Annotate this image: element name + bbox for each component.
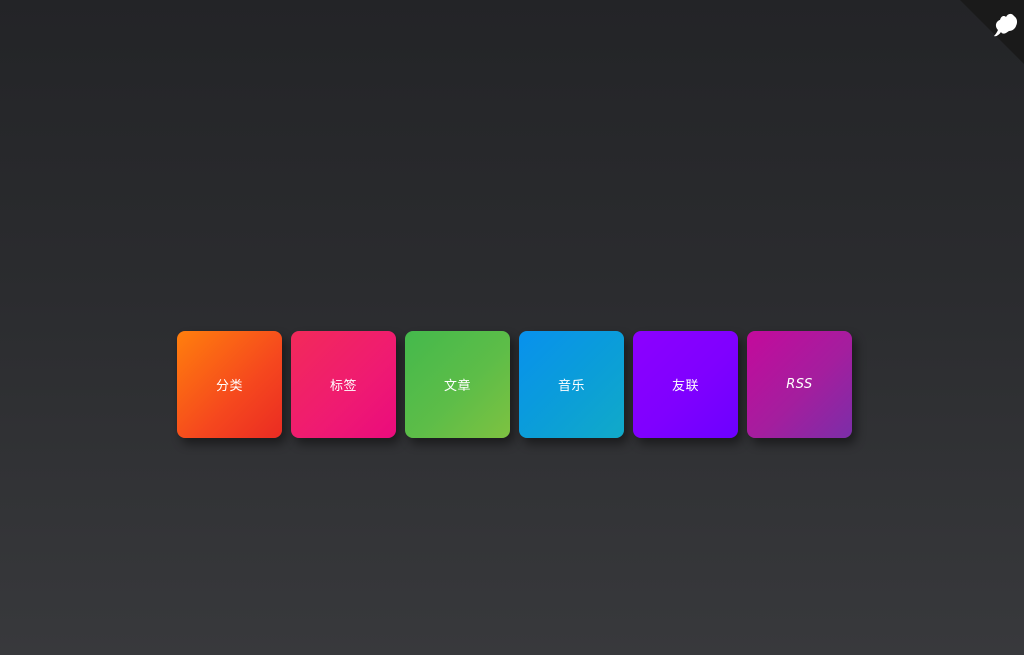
- github-corner-link[interactable]: [960, 0, 1024, 64]
- nav-tiles: 分类 标签 文章 音乐 友联 RSS: [177, 331, 852, 438]
- tile-articles[interactable]: 文章: [405, 331, 510, 438]
- tile-categories[interactable]: 分类: [177, 331, 282, 438]
- tile-rss-label: RSS: [786, 377, 813, 392]
- tile-music[interactable]: 音乐: [519, 331, 624, 438]
- tile-categories-label: 分类: [215, 379, 243, 394]
- tile-rss[interactable]: RSS: [747, 331, 852, 438]
- tile-articles-label: 文章: [443, 379, 471, 394]
- tile-friend-links-label: 友联: [671, 379, 699, 394]
- tile-friend-links[interactable]: 友联: [633, 331, 738, 438]
- tile-music-label: 音乐: [557, 379, 585, 394]
- github-corner-icon: [960, 0, 1024, 64]
- tile-tags-label: 标签: [329, 379, 357, 394]
- tile-tags[interactable]: 标签: [291, 331, 396, 438]
